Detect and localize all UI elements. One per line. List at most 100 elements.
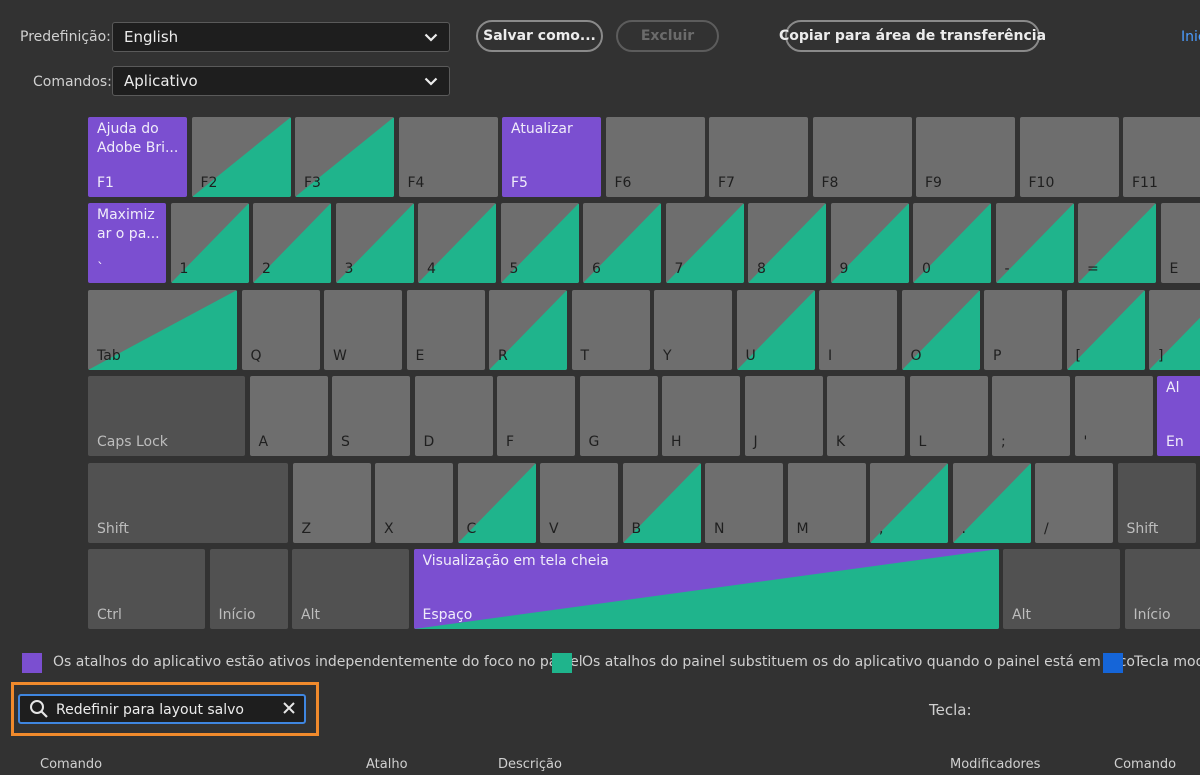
key-o[interactable]: O bbox=[901, 290, 980, 370]
key-f4[interactable]: F4 bbox=[398, 117, 498, 197]
key-a[interactable]: A bbox=[249, 376, 328, 456]
key-s[interactable]: S bbox=[332, 376, 410, 456]
key-6[interactable]: 6 bbox=[583, 203, 661, 283]
key-f6[interactable]: F6 bbox=[605, 117, 705, 197]
key-v[interactable]: V bbox=[540, 463, 618, 543]
key-label: F4 bbox=[407, 175, 425, 191]
key-slash[interactable]: / bbox=[1035, 463, 1113, 543]
key-shift[interactable]: Shift bbox=[88, 463, 288, 543]
key-g[interactable]: G bbox=[579, 376, 658, 456]
key-f5[interactable]: Atualizar F5 bbox=[502, 117, 601, 197]
key-f3[interactable]: F3 bbox=[295, 117, 394, 197]
search-field[interactable] bbox=[18, 694, 306, 724]
key-backtick[interactable]: Maximiz ar o pa... ` bbox=[88, 203, 166, 283]
key-k[interactable]: K bbox=[827, 376, 905, 456]
key-minus[interactable]: - bbox=[995, 203, 1074, 283]
key-label: [ bbox=[1075, 348, 1081, 364]
key-shift[interactable]: Shift bbox=[1117, 463, 1196, 543]
column-header-command[interactable]: Comando bbox=[40, 757, 102, 772]
key-n[interactable]: N bbox=[705, 463, 783, 543]
key-e[interactable]: E bbox=[406, 290, 485, 370]
key-m[interactable]: M bbox=[787, 463, 866, 543]
key-3[interactable]: 3 bbox=[335, 203, 414, 283]
key-f2[interactable]: F2 bbox=[191, 117, 291, 197]
key-l[interactable]: L bbox=[909, 376, 988, 456]
key-8[interactable]: 8 bbox=[748, 203, 826, 283]
key-in-cio[interactable]: Início bbox=[209, 549, 288, 629]
key-label: 6 bbox=[592, 261, 601, 277]
key-h[interactable]: H bbox=[662, 376, 740, 456]
key-f1[interactable]: Ajuda do Adobe Bri... F1 bbox=[88, 117, 187, 197]
key-p[interactable]: P bbox=[984, 290, 1062, 370]
key-f7[interactable]: F7 bbox=[709, 117, 808, 197]
key-z[interactable]: Z bbox=[292, 463, 371, 543]
key-comma[interactable]: , bbox=[870, 463, 948, 543]
column-header-command-2[interactable]: Comando bbox=[1114, 757, 1176, 772]
key-label: X bbox=[384, 521, 394, 537]
search-input[interactable] bbox=[56, 699, 261, 721]
column-header-shortcut[interactable]: Atalho bbox=[366, 757, 408, 772]
column-header-description[interactable]: Descrição bbox=[498, 757, 562, 772]
key-2[interactable]: 2 bbox=[253, 203, 331, 283]
key-caps-lock[interactable]: Caps Lock bbox=[88, 376, 245, 456]
key-t[interactable]: T bbox=[571, 290, 650, 370]
key-u[interactable]: U bbox=[736, 290, 815, 370]
key-label: F bbox=[506, 434, 515, 450]
key-bracket-left[interactable]: [ bbox=[1066, 290, 1145, 370]
key-label: ' bbox=[1083, 434, 1088, 450]
key-4[interactable]: 4 bbox=[418, 203, 496, 283]
key-f[interactable]: F bbox=[497, 376, 575, 456]
shortcut-indicator bbox=[1149, 317, 1200, 370]
key-label: G bbox=[588, 434, 600, 450]
key-f8[interactable]: F8 bbox=[812, 117, 912, 197]
key-semicolon[interactable]: ; bbox=[992, 376, 1070, 456]
key-label: L bbox=[918, 434, 927, 450]
key-label: / bbox=[1044, 521, 1049, 537]
key-quote[interactable]: ' bbox=[1074, 376, 1153, 456]
key-label: Shift bbox=[97, 521, 129, 537]
key-e[interactable]: E bbox=[1160, 203, 1200, 283]
key-label: 2 bbox=[262, 261, 271, 277]
key-label: D bbox=[423, 434, 435, 450]
key-label: F3 bbox=[304, 175, 321, 191]
key-command-label: Ajuda do Adobe Bri... bbox=[97, 121, 179, 156]
key-label: Tab bbox=[97, 348, 121, 364]
key-f9[interactable]: F9 bbox=[916, 117, 1015, 197]
key-1[interactable]: 1 bbox=[170, 203, 249, 283]
key-r[interactable]: R bbox=[489, 290, 567, 370]
key-label: 5 bbox=[509, 261, 519, 277]
key-f10[interactable]: F10 bbox=[1019, 117, 1119, 197]
key-alt[interactable]: Alt bbox=[292, 549, 409, 629]
legend-swatch-modifier bbox=[1103, 653, 1123, 673]
key-x[interactable]: X bbox=[375, 463, 453, 543]
key-command-label: Al bbox=[1166, 380, 1180, 396]
key-7[interactable]: 7 bbox=[665, 203, 744, 283]
key-tab[interactable]: Tab bbox=[88, 290, 237, 370]
key-label: E bbox=[415, 348, 425, 364]
key-y[interactable]: Y bbox=[654, 290, 732, 370]
key-equals[interactable]: = bbox=[1078, 203, 1156, 283]
key-j[interactable]: J bbox=[744, 376, 823, 456]
key-ctrl[interactable]: Ctrl bbox=[88, 549, 205, 629]
key-d[interactable]: D bbox=[414, 376, 493, 456]
key-in-cio[interactable]: Início bbox=[1124, 549, 1200, 629]
key-9[interactable]: 9 bbox=[830, 203, 909, 283]
key-espa-o[interactable]: Visualização em tela cheia Espaço bbox=[413, 549, 999, 629]
key-f11[interactable]: F11 bbox=[1123, 117, 1200, 197]
key-label: - bbox=[1004, 261, 1010, 277]
key-label: N bbox=[714, 521, 725, 537]
key-q[interactable]: Q bbox=[241, 290, 320, 370]
column-header-modifiers[interactable]: Modificadores bbox=[950, 757, 1040, 772]
close-icon[interactable] bbox=[282, 701, 296, 719]
key-label: O bbox=[910, 348, 922, 364]
key-w[interactable]: W bbox=[324, 290, 402, 370]
key-5[interactable]: 5 bbox=[500, 203, 579, 283]
key-b[interactable]: B bbox=[622, 463, 701, 543]
key-alt[interactable]: Alt bbox=[1003, 549, 1120, 629]
key-c[interactable]: C bbox=[457, 463, 536, 543]
key-i[interactable]: I bbox=[819, 290, 897, 370]
key-0[interactable]: 0 bbox=[913, 203, 991, 283]
key-period[interactable]: . bbox=[952, 463, 1031, 543]
key-en[interactable]: Al En bbox=[1157, 376, 1200, 456]
key-bracket-right[interactable]: ] bbox=[1149, 290, 1200, 370]
